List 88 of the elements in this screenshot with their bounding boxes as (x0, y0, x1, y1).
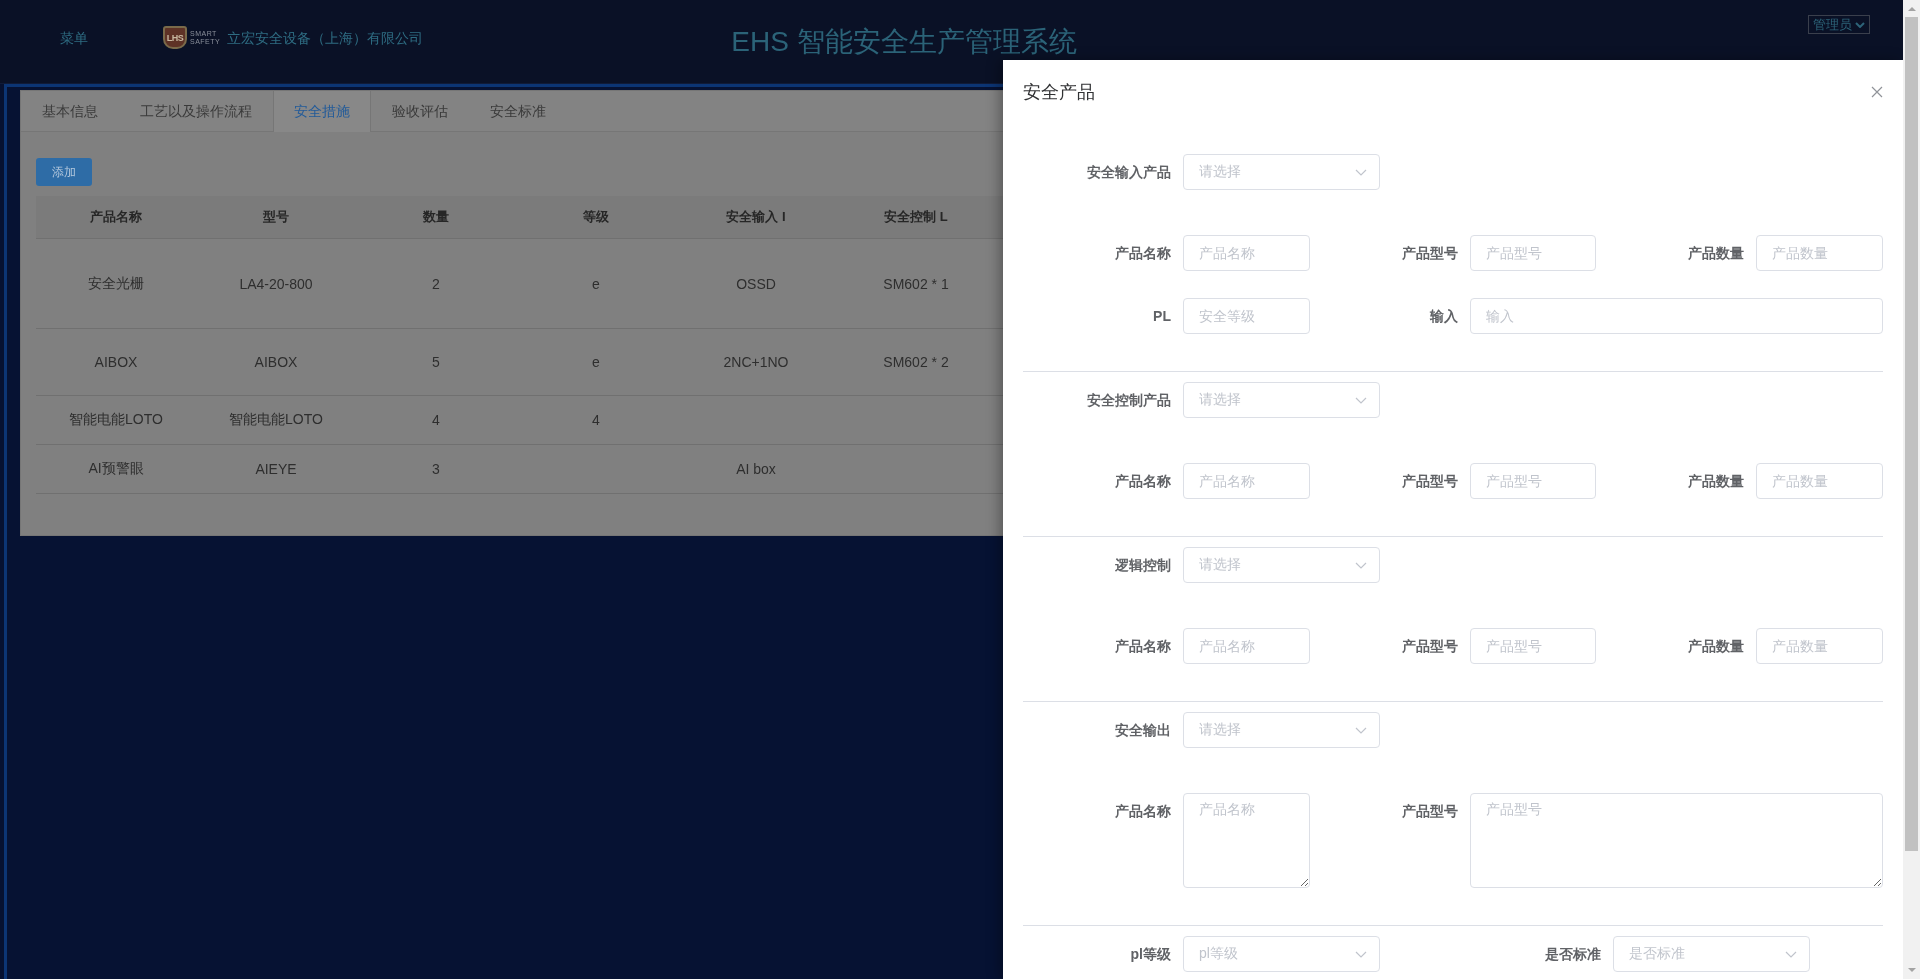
chevron-down-icon (1355, 726, 1367, 734)
table-cell-text: SM602 * 1 (882, 274, 950, 294)
table-cell-text: 智能电能LOTO (228, 410, 324, 429)
add-button[interactable]: 添加 (36, 158, 92, 186)
table-cell-text: 3 (431, 460, 441, 479)
field-label: 产品型号 (1401, 244, 1458, 263)
field-label: 产品型号 (1401, 472, 1458, 491)
field-label: pl等级 (1130, 945, 1171, 964)
field-label: PL (1153, 307, 1171, 326)
column-header: 数量 (422, 208, 450, 226)
table-cell-text: SM602 * 2 (882, 353, 950, 372)
table-cell-text: 安全光栅 (87, 273, 145, 293)
field-label: 产品数量 (1688, 472, 1745, 491)
table-cell-text: 智能电能LOTO (68, 410, 164, 429)
tab[interactable]: 安全措施 (273, 91, 371, 132)
input-field[interactable]: 产品数量 (1756, 235, 1883, 271)
input-field[interactable]: 产品型号 (1469, 235, 1597, 271)
field-label: 逻辑控制 (1115, 556, 1171, 575)
field-label: 输入 (1429, 307, 1458, 326)
user-menu-button[interactable]: 管理员 (1808, 15, 1870, 34)
select-field[interactable]: 请选择 (1183, 712, 1380, 748)
menu-link[interactable]: 菜单 (60, 26, 88, 49)
field-label: 产品名称 (1115, 244, 1171, 263)
chevron-down-icon (1355, 561, 1367, 569)
chevron-down-icon (1355, 396, 1367, 404)
tab[interactable]: 安全标准 (469, 91, 567, 132)
tab[interactable]: 验收评估 (371, 91, 469, 132)
chevron-down-icon (1355, 950, 1367, 958)
tab[interactable]: 基本信息 (21, 91, 119, 132)
input-field[interactable]: 产品名称 (1183, 463, 1310, 499)
close-icon[interactable] (1871, 86, 1883, 98)
table-cell-text: AI预警眼 (87, 459, 145, 478)
field-label: 产品数量 (1688, 244, 1745, 263)
column-header: 安全输入 I (725, 208, 787, 226)
select-field[interactable]: 请选择 (1183, 154, 1380, 190)
chevron-down-icon (1785, 950, 1797, 958)
table-cell-text: AIBOX (253, 353, 299, 372)
company-name: 立宏安全设备（上海）有限公司 (227, 28, 424, 48)
field-label: 安全输出 (1115, 721, 1171, 740)
field-label: 产品型号 (1401, 637, 1458, 656)
table-cell-text: 2NC+1NO (722, 353, 790, 372)
field-label: 产品数量 (1688, 637, 1745, 656)
table-cell-text: AIEYE (254, 460, 298, 479)
table-cell-text: 5 (431, 353, 441, 372)
textarea-field[interactable]: 产品型号 (1469, 793, 1883, 888)
field-label: 安全控制产品 (1087, 391, 1171, 410)
logo-shield: LHS (163, 26, 187, 49)
select-field[interactable]: pl等级 (1183, 936, 1380, 972)
tab[interactable]: 工艺以及操作流程 (119, 91, 273, 132)
scrollbar-thumb[interactable] (1905, 17, 1918, 851)
column-header: 产品名称 (89, 208, 143, 226)
column-header: 型号 (262, 208, 290, 226)
table-cell-text: e (591, 274, 601, 294)
field-label: 是否标准 (1545, 945, 1601, 964)
system-title: EHS 智能安全生产管理系统 (731, 25, 1077, 59)
drawer-title: 安全产品 (1023, 81, 1095, 104)
input-field[interactable]: 产品型号 (1469, 628, 1597, 664)
column-header: 等级 (582, 208, 610, 226)
table-cell-text: AIBOX (93, 353, 139, 372)
scrollbar[interactable] (1903, 0, 1920, 979)
input-field[interactable]: 安全等级 (1183, 298, 1310, 334)
select-field[interactable]: 请选择 (1183, 382, 1380, 418)
input-field[interactable]: 产品型号 (1469, 463, 1597, 499)
column-header: 安全控制 L (883, 208, 949, 226)
table-cell-text: 2 (431, 274, 441, 294)
chevron-down-icon (1855, 21, 1865, 28)
input-field[interactable]: 输入 (1469, 298, 1883, 334)
select-field[interactable]: 请选择 (1183, 547, 1380, 583)
chevron-down-icon (1355, 168, 1367, 176)
table-cell-text: 4 (591, 411, 601, 430)
input-field[interactable]: 产品名称 (1183, 235, 1310, 271)
field-label: 产品名称 (1115, 472, 1171, 491)
table-cell-text: 4 (431, 411, 441, 430)
field-label: 产品名称 (1115, 637, 1171, 656)
triangle-down-icon[interactable] (1907, 968, 1916, 972)
field-label: 产品型号 (1401, 802, 1458, 821)
table-cell-text: LA4-20-800 (238, 274, 314, 294)
input-field[interactable]: 产品数量 (1756, 463, 1883, 499)
input-field[interactable]: 产品数量 (1756, 628, 1883, 664)
textarea-field[interactable]: 产品名称 (1183, 793, 1310, 888)
table-cell-text: OSSD (735, 274, 777, 294)
input-field[interactable]: 产品名称 (1183, 628, 1310, 664)
select-field[interactable]: 是否标准 (1613, 936, 1810, 972)
triangle-up-icon[interactable] (1907, 7, 1916, 11)
field-label: 安全输入产品 (1087, 163, 1171, 182)
table-cell-text: e (591, 353, 601, 372)
field-label: 产品名称 (1115, 802, 1171, 821)
table-cell-text: AI box (735, 460, 777, 479)
